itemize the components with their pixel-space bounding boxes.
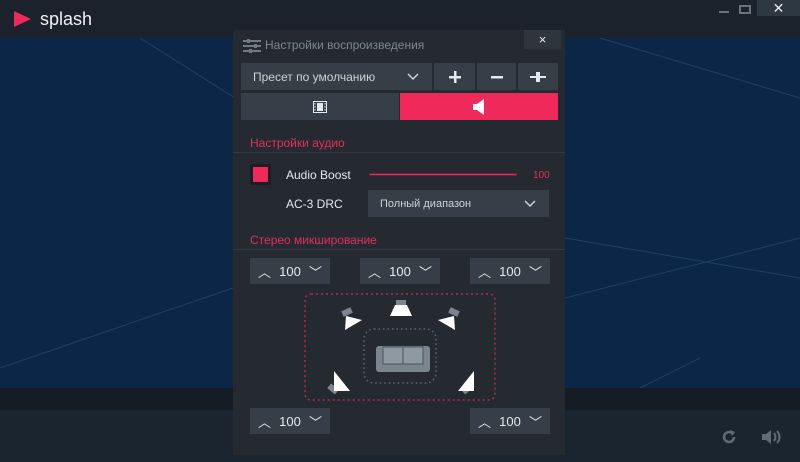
stepper-value: 100 — [279, 413, 301, 429]
rear-left-stepper[interactable]: ︿ 100 ﹀ — [250, 408, 330, 434]
close-window-button[interactable]: ✕ — [757, 0, 800, 16]
chevron-down-icon[interactable]: ﹀ — [529, 412, 542, 431]
stepper-value: 100 — [499, 413, 521, 429]
splash-logo-icon — [14, 11, 31, 27]
repeat-icon[interactable] — [720, 428, 738, 446]
checkbox-fill — [253, 167, 268, 182]
rear-right-speaker-icon — [458, 371, 474, 395]
plus-icon — [448, 70, 461, 83]
app-name: splash — [40, 9, 93, 29]
divider — [233, 152, 565, 153]
audio-boost-label: Audio Boost — [286, 168, 351, 182]
audio-boost-slider[interactable] — [369, 173, 517, 176]
audio-boost-checkbox[interactable] — [250, 164, 271, 185]
chevron-down-icon[interactable]: ﹀ — [529, 262, 542, 281]
stereo-section-heading: Стерео микширование — [250, 233, 377, 247]
chevron-up-icon[interactable]: ︿ — [258, 412, 271, 431]
remove-preset-button[interactable] — [477, 63, 516, 90]
front-right-speaker-icon — [438, 307, 460, 330]
stepper-value: 100 — [499, 263, 521, 279]
sliders-icon — [243, 39, 261, 53]
rear-right-stepper[interactable]: ︿ 100 ﹀ — [470, 408, 550, 434]
chevron-down-icon[interactable]: ﹀ — [309, 262, 322, 281]
panel-title: Настройки воспроизведения — [265, 38, 425, 52]
center-speaker-icon — [390, 300, 412, 316]
reset-preset-button[interactable] — [518, 63, 558, 90]
chevron-up-icon[interactable]: ︿ — [258, 262, 271, 281]
playback-settings-panel: Настройки воспроизведения × Пресет по ум… — [233, 30, 565, 455]
tab-audio[interactable] — [400, 93, 558, 120]
add-preset-button[interactable] — [434, 63, 475, 90]
front-right-stepper[interactable]: ︿ 100 ﹀ — [470, 258, 550, 284]
chevron-up-icon[interactable]: ︿ — [478, 262, 491, 281]
panel-close-button[interactable]: × — [524, 30, 561, 49]
drc-value: Полный диапазон — [380, 197, 472, 210]
close-icon: × — [538, 32, 547, 47]
maximize-button[interactable] — [739, 5, 751, 14]
chevron-down-icon[interactable]: ﹀ — [419, 262, 432, 281]
audio-section-heading: Настройки аудио — [250, 136, 345, 150]
drc-label: AC-3 DRC — [286, 197, 343, 211]
film-icon — [313, 100, 327, 113]
chevron-down-icon — [524, 199, 536, 207]
center-stepper[interactable]: ︿ 100 ﹀ — [360, 258, 440, 284]
audio-boost-value: 100 — [533, 170, 550, 181]
speaker-icon — [473, 98, 484, 115]
front-left-speaker-icon — [341, 307, 362, 330]
volume-icon[interactable] — [760, 428, 782, 446]
chevron-up-icon[interactable]: ︿ — [478, 412, 491, 431]
minus-icon — [490, 75, 503, 78]
tab-video[interactable] — [241, 93, 399, 120]
chevron-down-icon — [407, 72, 419, 80]
preset-dropdown[interactable]: Пресет по умолчанию — [241, 63, 432, 90]
slider-reset-icon — [530, 71, 546, 82]
minimize-button[interactable] — [719, 11, 729, 13]
front-left-stepper[interactable]: ︿ 100 ﹀ — [250, 258, 330, 284]
chevron-up-icon[interactable]: ︿ — [368, 262, 381, 281]
stepper-value: 100 — [279, 263, 301, 279]
divider — [233, 249, 565, 250]
sofa-icon — [376, 346, 430, 372]
drc-dropdown[interactable]: Полный диапазон — [368, 190, 549, 217]
chevron-down-icon[interactable]: ﹀ — [309, 412, 322, 431]
rear-left-speaker-icon — [327, 371, 350, 395]
preset-value: Пресет по умолчанию — [253, 69, 376, 84]
stepper-value: 100 — [389, 263, 411, 279]
speaker-layout-diagram — [304, 293, 496, 401]
